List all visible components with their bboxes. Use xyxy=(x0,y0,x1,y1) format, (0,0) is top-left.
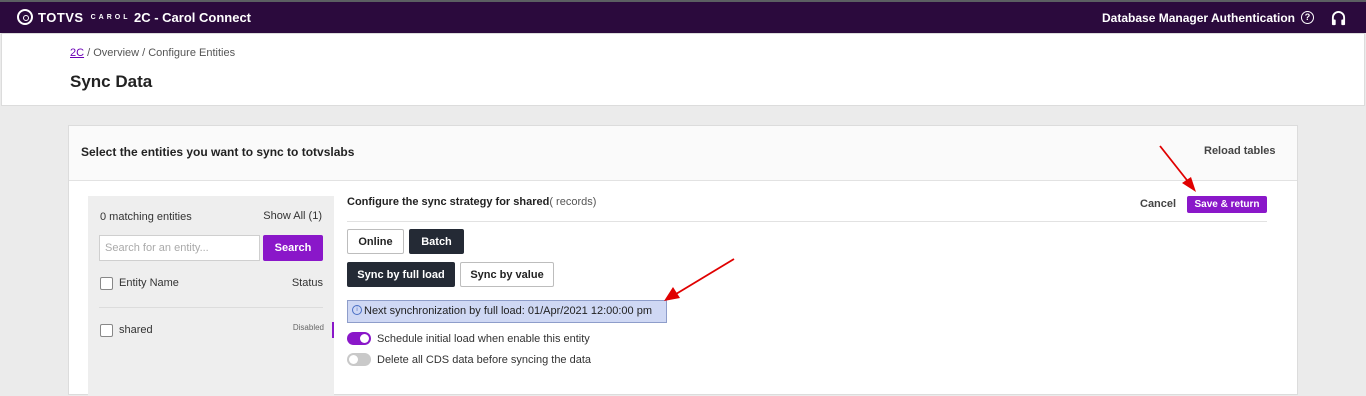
show-all-link[interactable]: Show All (1) xyxy=(263,210,322,222)
entity-checkbox-shared[interactable] xyxy=(100,324,113,337)
divider xyxy=(347,221,1267,222)
config-title: Configure the sync strategy for shared( … xyxy=(347,196,596,208)
logo-text: TOTVS xyxy=(38,9,84,25)
divider xyxy=(99,307,323,308)
app-title: 2C - Carol Connect xyxy=(134,10,252,25)
sync-by-value-button[interactable]: Sync by value xyxy=(460,262,554,287)
entity-name-shared[interactable]: shared xyxy=(119,324,153,336)
logo-subtext: CAROL xyxy=(90,13,131,21)
help-icon[interactable]: ? xyxy=(1301,11,1314,24)
nav-database-manager[interactable]: Database Manager xyxy=(1102,11,1208,25)
sync-card: Select the entities you want to sync to … xyxy=(68,125,1298,396)
totvs-logo[interactable]: TOTVS CAROL xyxy=(17,9,131,25)
page-header: 2C / Overview / Configure Entities Sync … xyxy=(1,33,1365,106)
entity-sidebar: 0 matching entities Show All (1) Search … xyxy=(88,196,334,396)
top-bar: TOTVS CAROL 2C - Carol Connect Database … xyxy=(0,0,1366,33)
config-title-text: Configure the sync strategy for shared xyxy=(347,196,550,208)
search-input[interactable] xyxy=(99,235,260,261)
delete-cds-data-label: Delete all CDS data before syncing the d… xyxy=(377,354,592,366)
page-title: Sync Data xyxy=(70,72,153,91)
matching-entities-count: 0 matching entities xyxy=(100,211,192,223)
card-header: Select the entities you want to sync to … xyxy=(69,126,1297,181)
config-title-records: ( records) xyxy=(549,196,597,208)
totvs-logo-icon xyxy=(17,9,33,25)
column-entity-name: Entity Name xyxy=(119,277,179,289)
delete-cds-data-toggle[interactable] xyxy=(347,353,371,366)
schedule-initial-load-label: Schedule initial load when enable this e… xyxy=(377,333,590,345)
card-title: Select the entities you want to sync to … xyxy=(81,145,355,159)
headset-icon[interactable] xyxy=(1331,11,1346,26)
select-all-checkbox[interactable] xyxy=(100,277,113,290)
reload-tables-button[interactable]: Reload tables xyxy=(1204,145,1276,157)
toggle-knob xyxy=(349,355,358,364)
sync-full-load-button[interactable]: Sync by full load xyxy=(347,262,455,287)
toggle-knob xyxy=(360,334,369,343)
info-icon: i xyxy=(352,305,362,316)
breadcrumb-path: / Overview / Configure Entities xyxy=(84,47,236,59)
cancel-button[interactable]: Cancel xyxy=(1140,198,1176,210)
online-button[interactable]: Online xyxy=(347,229,404,254)
save-return-button[interactable]: Save & return xyxy=(1187,196,1267,213)
breadcrumb: 2C / Overview / Configure Entities xyxy=(70,47,235,59)
next-sync-text: Next synchronization by full load: 01/Ap… xyxy=(364,305,653,317)
breadcrumb-link-2c[interactable]: 2C xyxy=(70,47,84,59)
status-badge: Disabled xyxy=(292,323,324,332)
column-status: Status xyxy=(291,277,323,289)
search-button[interactable]: Search xyxy=(263,235,323,261)
selected-row-marker xyxy=(332,322,334,338)
batch-button[interactable]: Batch xyxy=(409,229,464,254)
next-sync-info: i Next synchronization by full load: 01/A… xyxy=(347,300,667,323)
nav-authentication[interactable]: Authentication xyxy=(1211,11,1295,25)
schedule-initial-load-toggle[interactable] xyxy=(347,332,371,345)
